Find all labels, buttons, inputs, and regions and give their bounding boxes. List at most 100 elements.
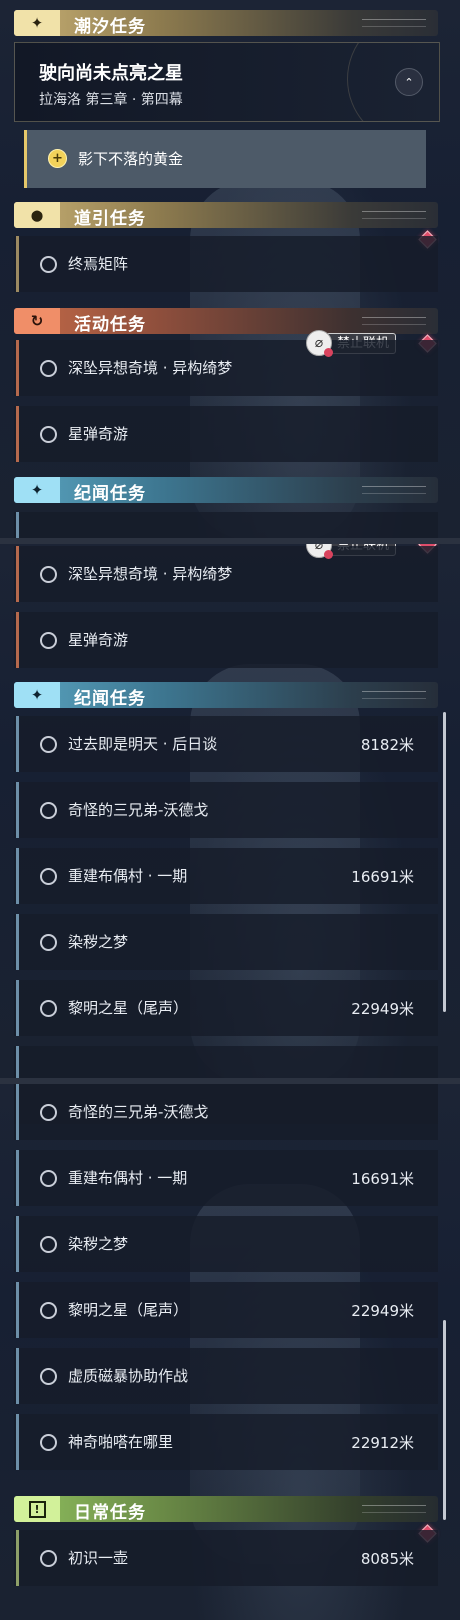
section-title: 潮汐任务 <box>74 17 146 36</box>
quest-status-circle-icon <box>40 566 57 583</box>
row-accent-bar <box>16 512 19 538</box>
quest-name: 深坠异想奇境 · 异构绮梦 <box>68 565 233 583</box>
quest-distance: 8085米 <box>360 1550 414 1568</box>
quest-row[interactable]: 重建布偶村 · 一期 16691米 <box>14 848 438 904</box>
scrollbar-thumb[interactable] <box>443 1320 446 1520</box>
row-accent-bar <box>16 848 19 904</box>
quest-row[interactable]: 染秽之梦 <box>14 1216 438 1272</box>
activity-refresh-icon: ↻ <box>14 308 60 334</box>
quest-row-partial[interactable] <box>14 512 438 538</box>
section-header-lore-quests[interactable]: ✦ 纪闻任务 <box>14 477 438 503</box>
section-header-guide-quests[interactable]: ⬤ 道引任务 <box>14 202 438 228</box>
quest-status-circle-icon <box>40 1104 57 1121</box>
quest-status-circle-icon <box>40 1434 57 1451</box>
quest-row[interactable]: 终焉矩阵 <box>14 236 438 292</box>
section-title: 日常任务 <box>74 1503 146 1522</box>
lore-star-icon: ✦ <box>14 477 60 503</box>
row-accent-bar <box>16 1530 19 1586</box>
quest-name: 重建布偶村 · 一期 <box>68 867 188 885</box>
row-accent-bar <box>16 1150 19 1206</box>
quest-name: 染秽之梦 <box>68 933 129 951</box>
quest-status-circle-icon <box>40 1302 57 1319</box>
quest-row[interactable]: 过去即是明天 · 后日谈 8182米 <box>14 716 438 772</box>
quest-name: 奇怪的三兄弟-沃德戈 <box>68 801 209 819</box>
quest-panel-view-1: ✦ 潮汐任务 驶向尚未点亮之星 拉海洛 第三章 · 第四幕 ⌃ + 影下不落的黄… <box>0 0 460 538</box>
quest-name: 神奇啪嗒在哪里 <box>68 1433 174 1451</box>
quest-name: 终焉矩阵 <box>68 255 129 273</box>
section-title: 纪闻任务 <box>74 484 146 503</box>
daily-alert-icon: ! <box>14 1496 60 1522</box>
sub-quest-accent-bar <box>24 130 27 188</box>
quest-row[interactable]: 星弹奇游 <box>14 612 438 668</box>
quest-status-circle-icon <box>40 1550 57 1567</box>
sub-quest-title: 影下不落的黄金 <box>78 150 184 168</box>
row-accent-bar <box>16 1348 19 1404</box>
row-accent-bar <box>16 236 19 292</box>
quest-name: 初识一壶 <box>68 1549 129 1567</box>
quest-name: 黎明之星（尾声） <box>68 999 189 1017</box>
quest-status-circle-icon <box>40 632 57 649</box>
quest-row[interactable]: 奇怪的三兄弟-沃德戈 <box>14 1084 438 1140</box>
row-accent-bar <box>16 782 19 838</box>
quest-status-circle-icon <box>40 1000 57 1017</box>
row-accent-bar <box>16 1046 19 1078</box>
quest-name: 奇怪的三兄弟-沃德戈 <box>68 1103 209 1121</box>
quest-row[interactable]: 初识一壶 8085米 <box>14 1530 438 1586</box>
track-pin-icon[interactable]: ⌃ <box>395 68 423 96</box>
row-accent-bar <box>16 612 19 668</box>
quest-status-circle-icon <box>40 1170 57 1187</box>
row-accent-bar <box>16 1414 19 1470</box>
quest-distance: 16691米 <box>351 1170 414 1188</box>
section-header-tide-quests[interactable]: ✦ 潮汐任务 <box>14 10 438 36</box>
no-online-icon: ⌀ <box>306 330 333 357</box>
main-quest-card[interactable]: 驶向尚未点亮之星 拉海洛 第三章 · 第四幕 ⌃ <box>14 42 440 122</box>
quest-row[interactable]: 虚质磁暴协助作战 <box>14 1348 438 1404</box>
header-decoration <box>362 211 426 219</box>
quest-row[interactable]: 星弹奇游 <box>14 406 438 462</box>
tide-quest-icon: ✦ <box>14 10 60 36</box>
quest-status-circle-icon <box>40 1236 57 1253</box>
quest-row[interactable]: 重建布偶村 · 一期 16691米 <box>14 1150 438 1206</box>
section-header-daily-quests[interactable]: ! 日常任务 <box>14 1496 438 1522</box>
quest-row[interactable]: 黎明之星（尾声） 22949米 <box>14 980 438 1036</box>
main-quest-title: 驶向尚未点亮之星 <box>39 63 183 84</box>
quest-name: 星弹奇游 <box>68 631 129 649</box>
quest-status-circle-icon <box>40 868 57 885</box>
row-accent-bar <box>16 1282 19 1338</box>
quest-status-circle-icon <box>40 736 57 753</box>
main-quest-chapter: 拉海洛 第三章 · 第四幕 <box>39 92 183 108</box>
row-accent-bar <box>16 914 19 970</box>
sub-quest-card[interactable]: + 影下不落的黄金 <box>24 130 426 188</box>
quest-distance: 22912米 <box>351 1434 414 1452</box>
scrollbar-thumb[interactable] <box>443 712 446 1012</box>
quest-name: 重建布偶村 · 一期 <box>68 1169 188 1187</box>
header-decoration <box>362 19 426 27</box>
quest-row[interactable]: 深坠异想奇境 · 异构绮梦 <box>14 340 438 396</box>
quest-panel-view-2: ⌀ 禁止联机 深坠异想奇境 · 异构绮梦 星弹奇游 ✦ 纪闻任务 过去即是明天 … <box>0 544 460 1078</box>
quest-status-circle-icon <box>40 802 57 819</box>
row-accent-bar <box>16 1084 19 1140</box>
row-accent-bar <box>16 980 19 1036</box>
row-accent-bar <box>16 716 19 772</box>
quest-panel-view-3: 奇怪的三兄弟-沃德戈 重建布偶村 · 一期 16691米 染秽之梦 黎明之星（尾… <box>0 1084 460 1620</box>
quest-row[interactable]: 神奇啪嗒在哪里 22912米 <box>14 1414 438 1470</box>
location-pin-icon: ⬤ <box>14 202 60 228</box>
quest-row[interactable]: 染秽之梦 <box>14 914 438 970</box>
section-title: 道引任务 <box>74 209 146 228</box>
lore-star-icon: ✦ <box>14 682 60 708</box>
section-header-lore-quests[interactable]: ✦ 纪闻任务 <box>14 682 438 708</box>
quest-name: 星弹奇游 <box>68 425 129 443</box>
section-title: 活动任务 <box>74 315 146 334</box>
quest-name: 过去即是明天 · 后日谈 <box>68 735 218 753</box>
row-accent-bar <box>16 340 19 396</box>
header-decoration <box>362 1505 426 1513</box>
quest-row[interactable]: 深坠异想奇境 · 异构绮梦 <box>14 546 438 602</box>
section-title: 纪闻任务 <box>74 689 146 708</box>
quest-row-partial[interactable] <box>14 1046 438 1078</box>
header-decoration <box>362 317 426 325</box>
quest-name: 虚质磁暴协助作战 <box>68 1367 189 1385</box>
quest-status-circle-icon <box>40 934 57 951</box>
quest-row[interactable]: 黎明之星（尾声） 22949米 <box>14 1282 438 1338</box>
quest-row[interactable]: 奇怪的三兄弟-沃德戈 <box>14 782 438 838</box>
quest-status-circle-icon <box>40 256 57 273</box>
